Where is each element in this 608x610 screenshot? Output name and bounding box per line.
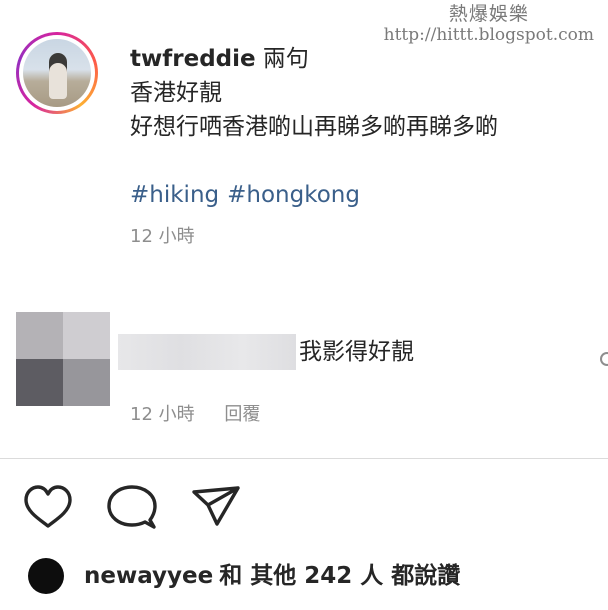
avatar-pixel [63,312,110,359]
caption-line: 好想行哂香港啲山再睇多啲再睇多啲 [130,114,498,140]
comment-avatar[interactable] [16,312,110,406]
avatar-pixel [63,359,110,406]
comment-timestamp: 12 小時 [130,404,195,425]
caption-line: 香港好靚 [130,80,222,106]
comment-like-icon[interactable] [600,352,608,366]
likes-text: newayyee 和 其他 242 人 都說讚 [84,561,460,591]
liker-username[interactable]: newayyee [84,563,213,589]
post-timestamp: 12 小時 [130,226,195,247]
comment-text: 我影得好靚 [299,339,414,365]
likes-count-text[interactable]: 和 其他 242 人 都說讚 [219,563,460,589]
comment: 我影得好靚 12 小時 回覆 [16,312,608,432]
caption-intro: 兩句 [262,46,309,72]
caption: twfreddie 兩句 香港好靚 好想行哂香港啲山再睇多啲再睇多啲 #hiki… [130,42,600,248]
avatar-pixel [16,312,63,359]
reply-button[interactable]: 回覆 [224,404,260,425]
like-button[interactable] [22,482,74,534]
watermark: 熱爆娛樂 http://hittt.blogspot.com [384,3,594,45]
comment-icon [107,485,157,529]
comment-username-blurred[interactable] [118,334,296,370]
hashtag-link[interactable]: #hiking [130,182,219,208]
heart-icon [24,485,72,528]
liker-avatar[interactable] [28,558,64,594]
post-avatar[interactable] [16,32,98,114]
username-link[interactable]: twfreddie [130,46,256,72]
caption-first-line: twfreddie 兩句 [130,42,600,76]
watermark-title: 熱爆娛樂 [448,3,529,25]
share-button[interactable] [190,482,242,534]
avatar-photo [23,39,91,107]
share-icon [192,486,240,526]
comment-meta: 12 小時 回覆 [130,400,260,426]
hashtags: #hiking #hongkong [130,178,600,212]
comment-button[interactable] [106,482,158,534]
divider [0,458,608,459]
avatar-pixel [16,359,63,406]
hashtag-link[interactable]: #hongkong [227,182,360,208]
